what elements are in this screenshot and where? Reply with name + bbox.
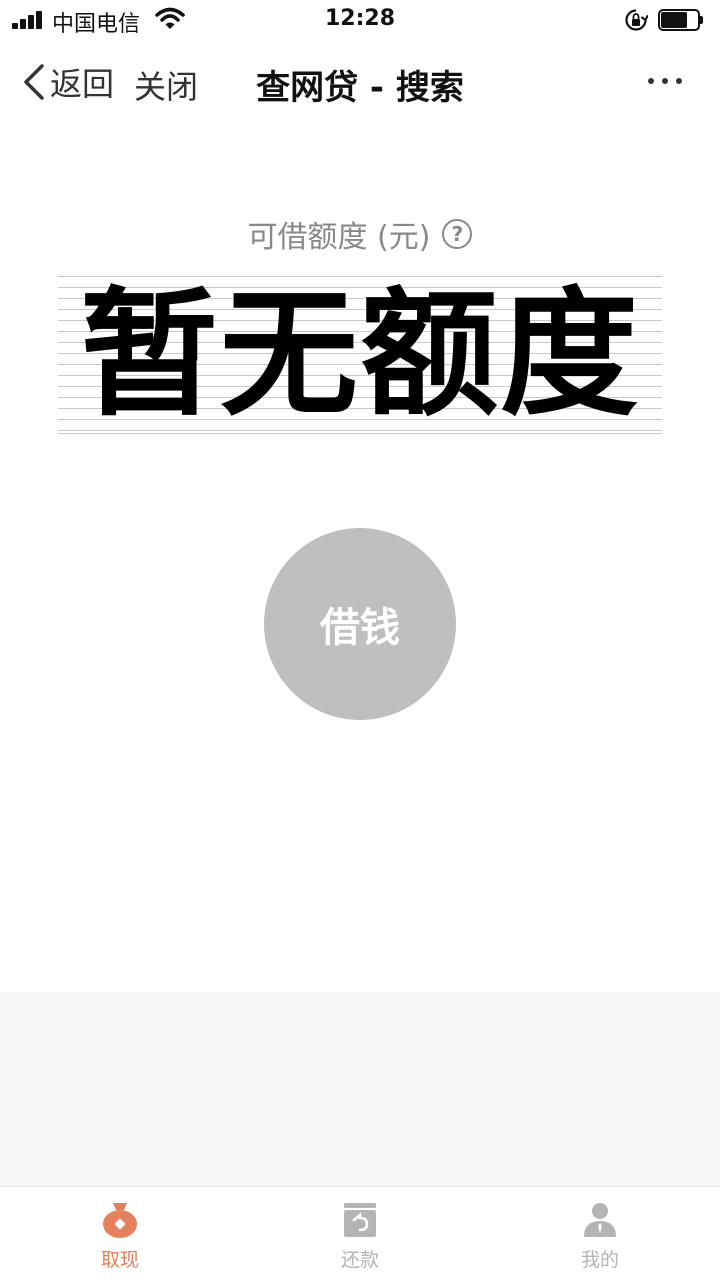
status-time: 12:28 [324, 6, 396, 31]
tab-label-cash: 取现 [100, 1249, 139, 1271]
tab-repay[interactable]: 还款 [240, 1187, 480, 1280]
borrow-button[interactable]: 借钱 [264, 528, 456, 720]
content-background [0, 992, 720, 1186]
quota-display: 暂无额度 [58, 276, 662, 434]
help-icon[interactable]: ? [442, 219, 473, 249]
money-bag-icon [103, 1203, 137, 1238]
tab-label-repay: 还款 [340, 1249, 379, 1271]
battery-icon [658, 9, 704, 31]
quota-label-row: 可借额度 (元) ? [0, 212, 720, 256]
user-icon [584, 1203, 616, 1237]
quota-value: 暂无额度 [79, 274, 640, 435]
repay-icon [344, 1203, 376, 1237]
borrow-button-label: 借钱 [320, 605, 400, 651]
tab-cash[interactable]: 取现 [0, 1187, 240, 1280]
status-bar: 中国电信 12:28 [0, 0, 720, 40]
nav-bar: 返回 关闭 查网贷 - 搜索 [0, 40, 720, 124]
quota-label: 可借额度 (元) [247, 220, 431, 255]
tab-mine[interactable]: 我的 [480, 1187, 720, 1280]
tab-bar: 取现 还款 我的 [0, 1186, 720, 1280]
screen: 中国电信 12:28 返回 关闭 查网贷 - 搜索 可借额度 (元) ? 暂无额… [0, 0, 720, 1280]
more-options-icon[interactable] [648, 78, 682, 86]
page-title: 查网贷 - 搜索 [256, 68, 464, 108]
tab-label-mine: 我的 [580, 1249, 619, 1271]
orientation-lock-icon [625, 9, 648, 31]
